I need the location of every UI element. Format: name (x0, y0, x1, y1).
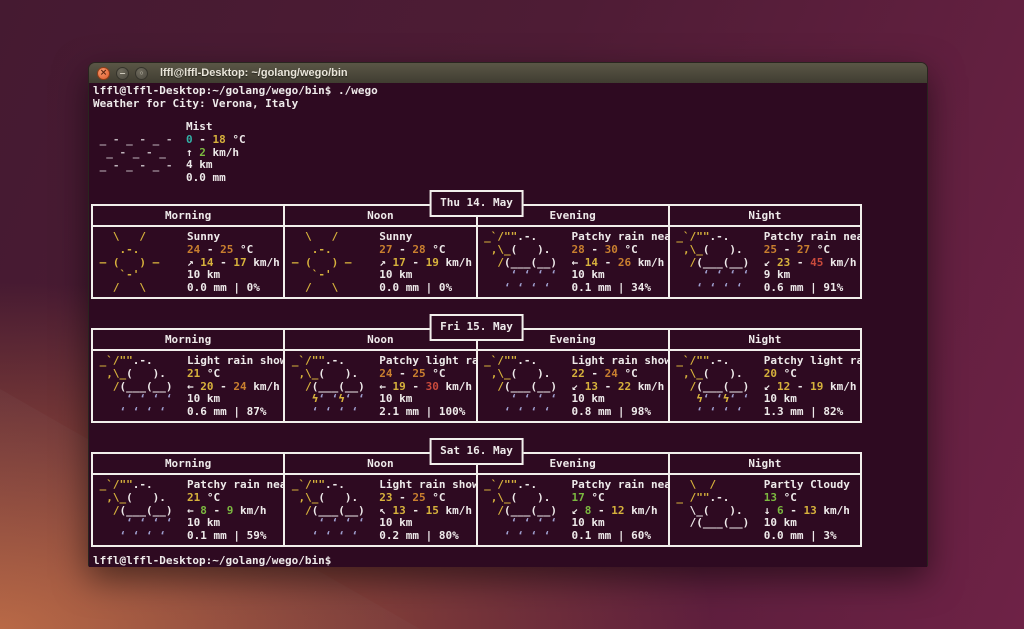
forecast-table: Morning Noon Evening Night _`/"".-. ,\_( ).… (91, 452, 862, 547)
precipitation-text: 0.6 mm | 87% (187, 405, 267, 419)
rain-icon: _`/"".-. ,\_( ). /(___(__) ‘ ‘ ‘ ‘ ‘ ‘ ‘… (93, 354, 173, 419)
forecast-cell: _`/"".-. ,\_( ). /(___(__) ϟ‘ ‘ϟ‘ ‘ ‘ ‘ … (283, 351, 476, 421)
final-prompt-line: lffl@lffl-Desktop:~/golang/wego/bin$ (93, 554, 332, 567)
thunder-icon: _`/"".-. ,\_( ). /(___(__) ϟ‘ ‘ϟ‘ ‘ ‘ ‘ … (285, 354, 365, 419)
precipitation-text: 0.1 mm | 60% (571, 529, 651, 543)
column-header-night: Night (667, 330, 860, 349)
forecast-body-row: _`/"".-. ,\_( ). /(___(__) ‘ ‘ ‘ ‘ ‘ ‘ ‘… (93, 351, 860, 421)
column-header-morning: Morning (164, 457, 212, 470)
mist-icon: _ - _ - _ - _ - _ - _ _ - _ - _ - (93, 133, 173, 172)
terminal-window: × − ◦ lffl@lffl-Desktop: ~/golang/wego/b… (88, 62, 928, 567)
precipitation-text: 0.2 mm | 80% (379, 529, 459, 543)
column-header-night: Night (667, 454, 860, 473)
forecast-cell: \ / _ /"".-. \_( ). /(___(__) Partly Clo… (667, 475, 860, 545)
sunny-icon: \ / .-. – ( ) – `-' / \ (93, 230, 160, 295)
rain-icon: _`/"".-. ,\_( ). /(___(__) ‘ ‘ ‘ ‘ ‘ ‘ ‘… (285, 478, 365, 543)
forecast-cell: _`/"".-. ,\_( ). /(___(__) ‘ ‘ ‘ ‘ ‘ ‘ ‘… (667, 227, 860, 297)
maximize-button[interactable]: ◦ (135, 66, 148, 80)
desktop-wallpaper: × − ◦ lffl@lffl-Desktop: ~/golang/wego/b… (0, 0, 1024, 629)
forecast-cell: \ / .-. – ( ) – `-' / \ Sunny 24 - 25 °C… (93, 227, 283, 297)
forecast-cell: _`/"".-. ,\_( ). /(___(__) ‘ ‘ ‘ ‘ ‘ ‘ ‘… (475, 475, 668, 545)
precipitation-text: 1.3 mm | 82% (763, 405, 844, 419)
column-header-morning: Morning (164, 333, 212, 346)
window-titlebar[interactable]: × − ◦ lffl@lffl-Desktop: ~/golang/wego/b… (89, 63, 927, 83)
forecast-body-row: _`/"".-. ,\_( ). /(___(__) ‘ ‘ ‘ ‘ ‘ ‘ ‘… (93, 475, 860, 545)
precipitation-text: 0.0 mm | 0% (379, 281, 453, 295)
city-line: Weather for City: Verona, Italy (93, 97, 299, 110)
forecast-cell: _`/"".-. ,\_( ). /(___(__) ‘ ‘ ‘ ‘ ‘ ‘ ‘… (93, 475, 284, 545)
precipitation-text: 0.0 mm | 0% (187, 281, 260, 295)
terminal-screen[interactable]: lffl@lffl-Desktop:~/golang/wego/bin$ ./w… (89, 83, 927, 567)
date-label: Sat 16. May (440, 444, 513, 458)
prompt-line: lffl@lffl-Desktop:~/golang/wego/bin$ ./w… (93, 84, 378, 98)
current-precipitation: 0.0 mm (186, 171, 226, 185)
partly-cloudy-icon: \ / _ /"".-. \_( ). /(___(__) (669, 478, 750, 530)
forecast-table: Morning Noon Evening Night \ / .-. – ( ) – … (91, 204, 862, 299)
rain-icon: _`/"".-. ,\_( ). /(___(__) ‘ ‘ ‘ ‘ ‘ ‘ ‘… (669, 230, 750, 295)
shell-prompt: lffl@lffl-Desktop:~/golang/wego/bin$ (93, 84, 332, 97)
thunder-icon: _`/"".-. ,\_( ). /(___(__) ϟ‘ ‘ϟ‘ ‘ ‘ ‘ … (669, 354, 750, 419)
date-box: Thu 14. May (429, 190, 524, 217)
forecast-cell: _`/"".-. ,\_( ). /(___(__) ‘ ‘ ‘ ‘ ‘ ‘ ‘… (93, 351, 284, 421)
command-text: ./wego (338, 84, 378, 97)
forecast-cell: _`/"".-. ,\_( ). /(___(__) ‘ ‘ ‘ ‘ ‘ ‘ ‘… (475, 351, 668, 421)
forecast-cell: _`/"".-. ,\_( ). /(___(__) ϟ‘ ‘ϟ‘ ‘ ‘ ‘ … (667, 351, 860, 421)
current-conditions: _ - _ - _ - _ - _ - _ _ - _ - _ - Mist 0… (93, 120, 246, 185)
window-title: lffl@lffl-Desktop: ~/golang/wego/bin (160, 67, 348, 79)
date-label: Thu 14. May (440, 196, 513, 210)
precipitation-text: 0.1 mm | 34% (571, 281, 651, 295)
precipitation-text: 2.1 mm | 100% (379, 405, 466, 419)
precipitation-text: 0.0 mm | 3% (763, 529, 837, 543)
precipitation-text: 0.6 mm | 91% (763, 281, 844, 295)
sunny-icon: \ / .-. – ( ) – `-' / \ (285, 230, 352, 295)
rain-icon: _`/"".-. ,\_( ). /(___(__) ‘ ‘ ‘ ‘ ‘ ‘ ‘… (93, 478, 173, 543)
rain-icon: _`/"".-. ,\_( ). /(___(__) ‘ ‘ ‘ ‘ ‘ ‘ ‘… (477, 230, 557, 295)
rain-icon: _`/"".-. ,\_( ). /(___(__) ‘ ‘ ‘ ‘ ‘ ‘ ‘… (477, 478, 557, 543)
precipitation-text: 0.1 mm | 59% (187, 529, 267, 543)
column-header-night: Night (667, 206, 860, 225)
precipitation-text: 0.8 mm | 98% (571, 405, 651, 419)
forecast-cell: _`/"".-. ,\_( ). /(___(__) ‘ ‘ ‘ ‘ ‘ ‘ ‘… (283, 475, 476, 545)
forecast-table: Morning Noon Evening Night _`/"".-. ,\_( ).… (91, 328, 862, 423)
forecast-body-row: \ / .-. – ( ) – `-' / \ Sunny 24 - 25 °C… (93, 227, 860, 297)
date-box: Fri 15. May (429, 314, 524, 341)
date-box: Sat 16. May (429, 438, 524, 465)
column-header-morning: Morning (164, 209, 212, 222)
forecast-cell: \ / .-. – ( ) – `-' / \ Sunny 27 - 28 °C… (283, 227, 475, 297)
date-label: Fri 15. May (440, 320, 513, 334)
rain-icon: _`/"".-. ,\_( ). /(___(__) ‘ ‘ ‘ ‘ ‘ ‘ ‘… (477, 354, 557, 419)
forecast-cell: _`/"".-. ,\_( ). /(___(__) ‘ ‘ ‘ ‘ ‘ ‘ ‘… (475, 227, 668, 297)
close-button[interactable]: × (97, 66, 110, 80)
minimize-button[interactable]: − (116, 66, 129, 80)
